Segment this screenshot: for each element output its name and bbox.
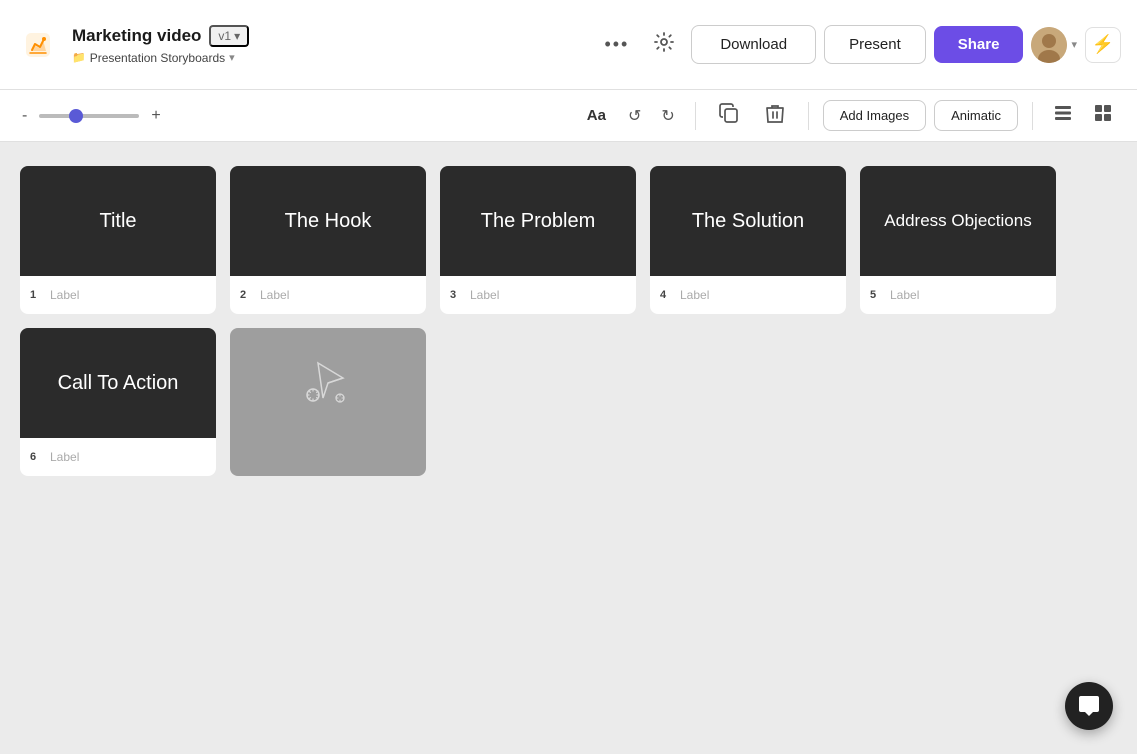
card-1-wrap[interactable]: Title 1 Label xyxy=(20,166,216,314)
chat-bubble-button[interactable] xyxy=(1065,682,1113,730)
app-header: Marketing video v1 ▾ 📁 Presentation Stor… xyxy=(0,0,1137,90)
canvas-area: Title 1 Label The Hook 2 Label The Probl… xyxy=(0,142,1137,754)
redo-button[interactable]: ↻ xyxy=(655,102,680,130)
card-3: The Problem xyxy=(440,166,636,276)
zoom-out-button[interactable]: - xyxy=(18,103,31,129)
card-4-label-row: 4 Label xyxy=(650,276,846,314)
toolbar-separator-3 xyxy=(1032,102,1033,130)
toolbar-separator-1 xyxy=(695,102,696,130)
avatar-chevron-icon: ▾ xyxy=(1071,38,1077,51)
card-1: Title xyxy=(20,166,216,276)
app-title: Marketing video xyxy=(72,26,201,46)
card-4: The Solution xyxy=(650,166,846,276)
more-button[interactable]: ••• xyxy=(596,28,637,61)
font-button[interactable]: Aa xyxy=(579,103,614,128)
card-3-wrap[interactable]: The Problem 3 Label xyxy=(440,166,636,314)
list-view-button[interactable] xyxy=(1047,99,1079,132)
card-7-image xyxy=(230,328,426,438)
download-button[interactable]: Download xyxy=(691,25,816,64)
grid-view-button[interactable] xyxy=(1087,99,1119,132)
card-2: The Hook xyxy=(230,166,426,276)
settings-button[interactable] xyxy=(645,25,683,64)
card-3-label-row: 3 Label xyxy=(440,276,636,314)
card-6-label-row: 6 Label xyxy=(20,438,216,476)
zoom-slider[interactable] xyxy=(39,114,139,118)
card-6: Call To Action xyxy=(20,328,216,438)
card-7-label-row xyxy=(230,438,426,476)
card-2-label-row: 2 Label xyxy=(230,276,426,314)
card-5-label-row: 5 Label xyxy=(860,276,1056,314)
share-button[interactable]: Share xyxy=(934,26,1024,63)
toolbar-separator-2 xyxy=(808,102,809,130)
zoom-slider-wrap xyxy=(39,114,139,118)
version-selector[interactable]: v1 ▾ xyxy=(209,25,249,47)
folder-icon: 📁 xyxy=(72,51,86,64)
app-logo xyxy=(16,23,60,67)
copy-button[interactable] xyxy=(710,98,748,134)
cards-row-2: Call To Action 6 Label xyxy=(20,328,1117,476)
zoom-in-button[interactable]: + xyxy=(147,103,164,129)
card-6-wrap[interactable]: Call To Action 6 Label xyxy=(20,328,216,476)
card-4-wrap[interactable]: The Solution 4 Label xyxy=(650,166,846,314)
avatar xyxy=(1031,27,1067,63)
card-2-wrap[interactable]: The Hook 2 Label xyxy=(230,166,426,314)
header-title-area: Marketing video v1 ▾ 📁 Presentation Stor… xyxy=(72,25,249,65)
cards-row-1: Title 1 Label The Hook 2 Label The Probl… xyxy=(20,166,1117,314)
header-actions: ••• Download Present Share ▾ ⚡ xyxy=(596,25,1121,64)
card-7-wrap[interactable] xyxy=(230,328,426,476)
lightning-button[interactable]: ⚡ xyxy=(1085,27,1121,63)
breadcrumb: Presentation Storyboards xyxy=(90,51,225,65)
card-1-label-row: 1 Label xyxy=(20,276,216,314)
card-5-wrap[interactable]: Address Objections 5 Label xyxy=(860,166,1056,314)
present-button[interactable]: Present xyxy=(824,25,926,64)
user-avatar-area[interactable]: ▾ xyxy=(1031,27,1077,63)
delete-button[interactable] xyxy=(756,98,794,134)
animatic-button[interactable]: Animatic xyxy=(934,100,1018,131)
toolbar: - + Aa ↺ ↻ Add Images Animatic xyxy=(0,90,1137,142)
undo-button[interactable]: ↺ xyxy=(622,102,647,130)
card-5: Address Objections xyxy=(860,166,1056,276)
add-images-button[interactable]: Add Images xyxy=(823,100,926,131)
breadcrumb-chevron: ▾ xyxy=(229,51,235,64)
